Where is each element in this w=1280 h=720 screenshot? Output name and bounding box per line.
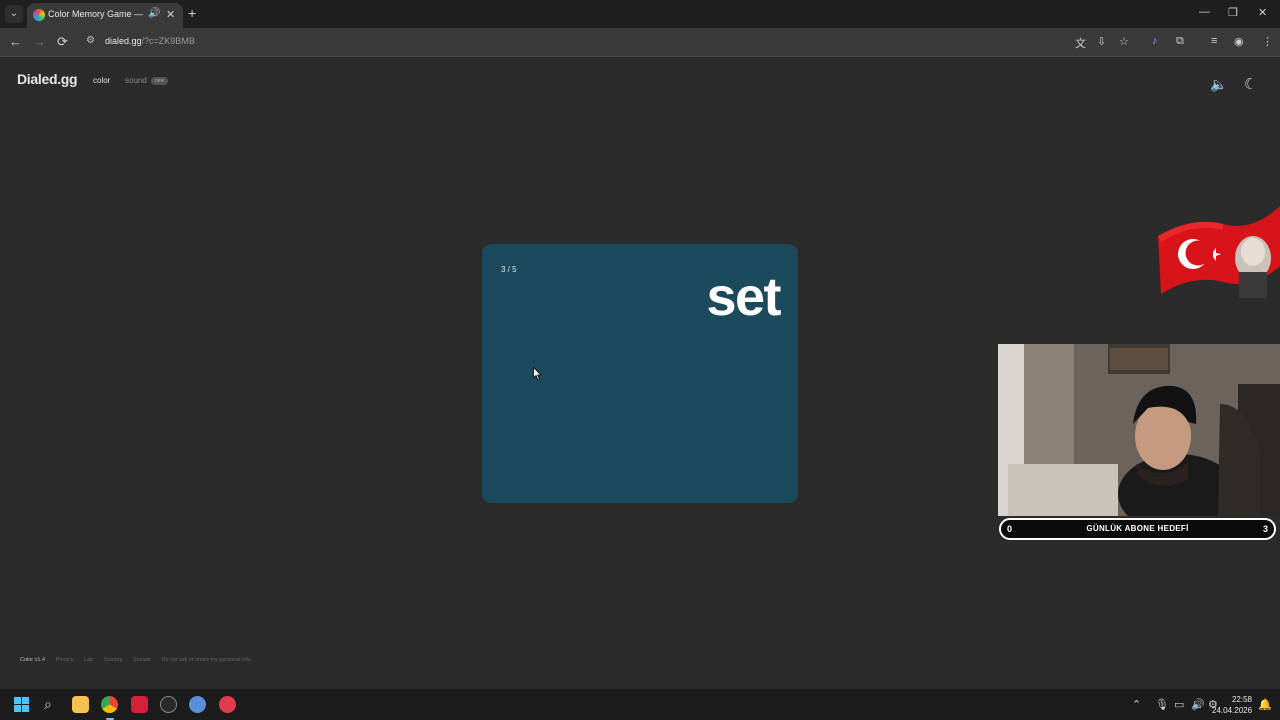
footer-link-privacy[interactable]: Privacy bbox=[56, 657, 74, 663]
tab-audio-icon[interactable]: 🔊 bbox=[148, 8, 160, 19]
profile-avatar-icon[interactable]: ◉ bbox=[1234, 35, 1244, 48]
volume-icon[interactable]: 🔊 bbox=[1191, 698, 1205, 711]
restore-button[interactable]: ❐ bbox=[1228, 6, 1238, 19]
reload-button[interactable]: ⟳ bbox=[57, 34, 68, 50]
media-controls-icon[interactable]: ≡ bbox=[1211, 35, 1217, 47]
app-icon[interactable] bbox=[160, 696, 177, 713]
search-icon[interactable]: ⌕ bbox=[44, 696, 52, 713]
site-logo[interactable]: Dialed.gg bbox=[17, 71, 78, 87]
nav-sound-link[interactable]: sound bbox=[125, 76, 147, 85]
address-bar[interactable]: ⚙ dialed.gg/?c=ZK9BMB bbox=[80, 31, 1140, 53]
taskbar: ⌕ ⌃ 🎙 ▭ 🔊 ⚙ 22:58 24.04.2026 🔔 bbox=[0, 688, 1280, 720]
site-info-icon[interactable]: ⚙ bbox=[86, 35, 95, 46]
footer-link-socials[interactable]: Socials bbox=[133, 657, 151, 663]
close-window-button[interactable]: ✕ bbox=[1258, 6, 1267, 19]
translate-icon[interactable]: 文 bbox=[1075, 35, 1086, 51]
tray-overflow-icon[interactable]: ⌃ bbox=[1132, 698, 1141, 711]
tab-active[interactable]: Color Memory Game — Ho 🔊 ✕ bbox=[27, 3, 183, 28]
bookmark-star-icon[interactable]: ☆ bbox=[1119, 35, 1129, 48]
microphone-icon[interactable]: 🎙 bbox=[1155, 698, 1169, 711]
round-counter: 3 / 5 bbox=[501, 265, 517, 274]
footer-link-do-not-sell[interactable]: Do not sell or share my personal info bbox=[161, 657, 251, 663]
forward-button[interactable]: → bbox=[33, 34, 46, 49]
color-card[interactable]: 3 / 5 set bbox=[482, 244, 798, 503]
goal-title: GÜNLÜK ABONE HEDEFİ bbox=[1086, 524, 1189, 533]
footer-link-lab[interactable]: Lab bbox=[84, 657, 93, 663]
notifications-icon[interactable]: 🔔 bbox=[1258, 698, 1272, 711]
footer-version: Color v1.4 bbox=[20, 657, 46, 663]
sound-toggle-icon[interactable]: 🔈 bbox=[1210, 76, 1227, 93]
back-button[interactable]: ← bbox=[9, 34, 22, 49]
browser-toolbar: ← → ⟳ ⚙ dialed.gg/?c=ZK9BMB 文 ⇩ ☆ ♪ ⧉ ≡ … bbox=[0, 28, 1280, 56]
url-query: /?c=ZK9BMB bbox=[141, 36, 195, 46]
tab-close-icon[interactable]: ✕ bbox=[166, 8, 175, 21]
tab-search-button[interactable]: ⌄ bbox=[5, 5, 23, 23]
page-content: Dialed.gg color sound new 🔈 ☾ 3 / 5 set bbox=[0, 57, 1280, 688]
phase-word: set bbox=[706, 267, 781, 327]
app-red-icon[interactable] bbox=[219, 696, 236, 713]
mouse-cursor-icon bbox=[533, 367, 542, 381]
opera-icon[interactable] bbox=[131, 696, 148, 713]
favicon-icon bbox=[33, 9, 45, 21]
new-badge: new bbox=[151, 77, 168, 85]
extensions-icon[interactable]: ⧉ bbox=[1176, 35, 1184, 48]
flag-overlay-image bbox=[1158, 206, 1280, 298]
install-app-icon[interactable]: ⇩ bbox=[1097, 35, 1106, 48]
clock-date: 24.04.2026 bbox=[1212, 706, 1253, 715]
url-host: dialed.gg bbox=[105, 36, 142, 46]
goal-target: 3 bbox=[1262, 524, 1268, 534]
network-icon[interactable]: ▭ bbox=[1174, 698, 1184, 711]
system-clock[interactable]: 22:58 24.04.2026 bbox=[1212, 694, 1252, 716]
file-explorer-icon[interactable] bbox=[72, 696, 89, 713]
clock-time: 22:58 bbox=[1231, 695, 1252, 704]
nav-color-link[interactable]: color bbox=[93, 76, 110, 85]
windows-start-icon[interactable] bbox=[14, 697, 29, 712]
menu-icon[interactable]: ⋮ bbox=[1262, 35, 1273, 48]
chrome-icon[interactable] bbox=[101, 696, 118, 713]
url-text[interactable]: dialed.gg/?c=ZK9BMB bbox=[105, 36, 195, 46]
webcam-overlay bbox=[998, 344, 1280, 516]
footer: Color v1.4 Privacy Lab Scoring Socials D… bbox=[20, 657, 260, 663]
minimize-button[interactable]: — bbox=[1199, 6, 1210, 18]
app-blue-icon[interactable] bbox=[189, 696, 206, 713]
tab-title: Color Memory Game — Ho bbox=[48, 9, 145, 19]
new-tab-button[interactable]: + bbox=[188, 5, 196, 21]
extension-audio-icon[interactable]: ♪ bbox=[1152, 35, 1158, 47]
footer-link-scoring[interactable]: Scoring bbox=[104, 657, 123, 663]
subscriber-goal-bar: 0 GÜNLÜK ABONE HEDEFİ 3 bbox=[999, 518, 1276, 540]
theme-toggle-icon[interactable]: ☾ bbox=[1244, 75, 1257, 93]
browser-tab-bar: ⌄ Color Memory Game — Ho 🔊 ✕ + — ❐ ✕ bbox=[0, 0, 1280, 28]
